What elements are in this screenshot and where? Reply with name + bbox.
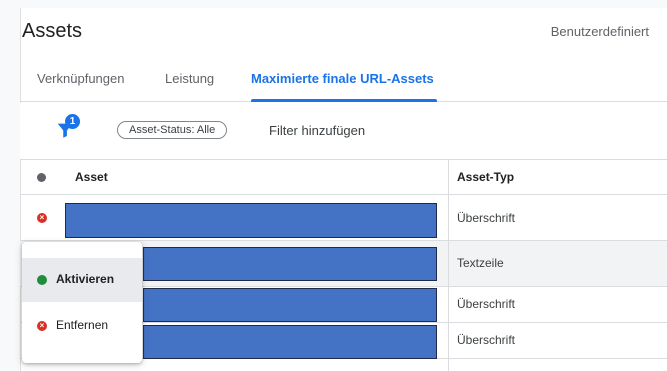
menu-item-aktivieren[interactable]: Aktivieren	[22, 258, 142, 302]
table-header-row: Asset Asset-Typ	[20, 159, 667, 195]
asset-status-filter-chip[interactable]: Asset-Status: Alle	[117, 121, 228, 139]
redacted-asset-text	[143, 247, 437, 281]
menu-item-label: Aktivieren	[56, 272, 115, 286]
column-header-asset-type[interactable]: Asset-Typ	[457, 170, 514, 184]
red-x-icon: ×	[37, 321, 47, 331]
tab-bar: Verknüpfungen Leistung Maximierte finale…	[20, 62, 667, 102]
asset-type-cell: Überschrift	[457, 211, 516, 225]
asset-type-cell: Überschrift	[457, 333, 516, 347]
filter-count-badge: 1	[65, 114, 80, 129]
add-filter-button[interactable]: Filter hinzufügen	[269, 123, 365, 138]
column-header-asset[interactable]: Asset	[75, 170, 108, 184]
redacted-asset-text	[143, 288, 437, 322]
redacted-asset-text	[65, 203, 437, 238]
asset-type-cell: Überschrift	[457, 297, 516, 311]
active-tab-indicator	[251, 99, 437, 102]
tab-maximierte-finale-url-assets[interactable]: Maximierte finale URL-Assets	[251, 71, 434, 86]
status-column-dot-icon[interactable]	[37, 173, 46, 182]
tab-verknuepfungen[interactable]: Verknüpfungen	[37, 71, 124, 86]
green-dot-icon	[37, 275, 47, 285]
asset-type-cell: Textzeile	[457, 256, 504, 270]
redacted-asset-text	[143, 325, 437, 359]
column-divider	[448, 159, 449, 371]
tab-leistung[interactable]: Leistung	[165, 71, 214, 86]
menu-item-label: Entfernen	[56, 318, 109, 332]
page-title: Assets	[22, 20, 83, 42]
filter-bar: 1 Asset-Status: Alle Filter hinzufügen	[20, 103, 667, 159]
status-dropdown-menu: Aktivieren × Entfernen	[22, 242, 142, 363]
custom-view-label[interactable]: Benutzerdefiniert	[551, 24, 649, 39]
removed-status-icon[interactable]: ×	[37, 213, 47, 223]
table-row[interactable]: × Überschrift	[20, 195, 667, 241]
menu-item-entfernen[interactable]: × Entfernen	[22, 304, 142, 348]
